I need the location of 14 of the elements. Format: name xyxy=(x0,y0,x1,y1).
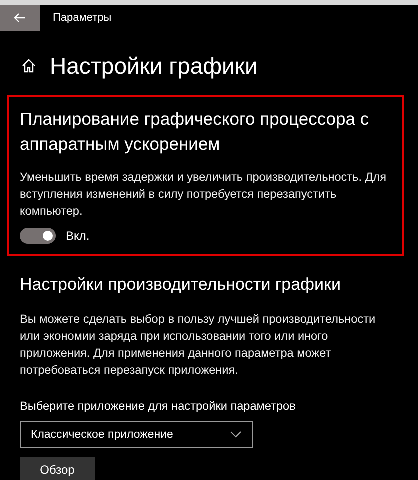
section-description: Уменьшить время задержки и увеличить производительность. Для вступления изменений в силу потребуется перезапустить компьютер. xyxy=(20,169,388,220)
app-type-dropdown[interactable]: Классическое приложение xyxy=(20,421,253,448)
dropdown-label: Выберите приложение для настройки параметров xyxy=(20,399,297,413)
home-icon[interactable] xyxy=(22,59,36,73)
back-arrow-icon xyxy=(14,13,26,23)
page-title: Настройки графики xyxy=(50,52,258,80)
toggle-label: Вкл. xyxy=(66,229,90,243)
section-title: Планирование графического процессора с аппаратным ускорением xyxy=(20,108,370,156)
section-title: Настройки производительности графики xyxy=(20,274,342,296)
chevron-down-icon xyxy=(230,431,242,438)
toggle-switch[interactable] xyxy=(20,228,56,244)
window-title: Параметры xyxy=(53,12,112,24)
browse-button[interactable]: Обзор xyxy=(20,457,95,480)
section-description: Вы можете сделать выбор в пользу лучшей производительности или экономии заряда при использовании того или иного приложения. Для применения данного параметра может потребоваться перезапуск приложения. xyxy=(20,311,377,379)
